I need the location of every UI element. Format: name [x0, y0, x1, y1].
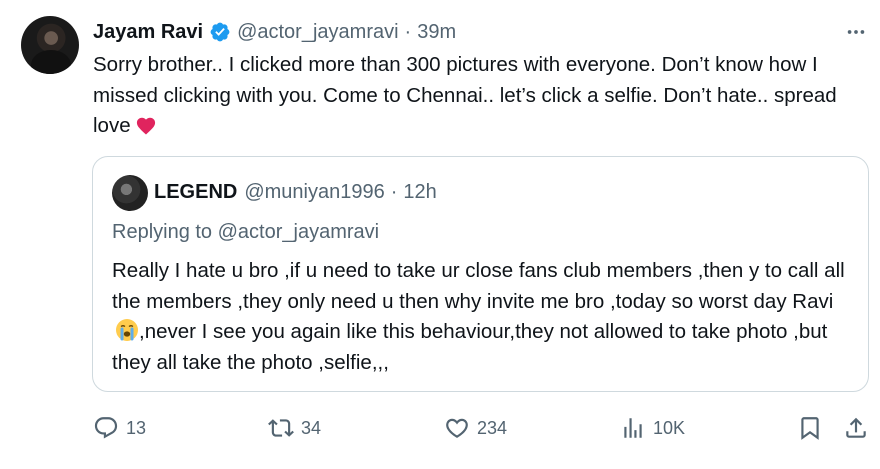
quoted-tweet[interactable]: LEGEND @muniyan1996 · 12h Replying to @a… — [92, 156, 869, 392]
quoted-text-part-2: ,never I see you again like this behavio… — [112, 320, 828, 374]
tweet-time[interactable]: 39m — [417, 21, 456, 44]
share-button[interactable] — [843, 408, 869, 448]
like-button[interactable]: 234 — [444, 408, 507, 448]
more-icon — [847, 30, 865, 34]
like-count: 234 — [477, 417, 508, 438]
quoted-tweet-header: LEGEND @muniyan1996 · 12h — [154, 177, 437, 207]
tweet-body: Sorry brother.. I clicked more than 300 … — [93, 53, 837, 137]
verified-badge-icon — [210, 22, 230, 42]
separator-dot: · — [404, 20, 412, 43]
author-display-name[interactable]: Jayam Ravi — [93, 21, 203, 44]
repost-count: 34 — [301, 417, 322, 438]
views-count: 10K — [653, 417, 686, 438]
quoted-text: Really I hate u bro ,if u need to take u… — [112, 256, 852, 378]
tweet-text: Sorry brother.. I clicked more than 300 … — [93, 50, 868, 142]
quoted-separator-dot: · — [390, 180, 398, 203]
reply-count: 13 — [126, 417, 147, 438]
action-bar: 13 34 234 10K — [0, 408, 880, 448]
quoted-time[interactable]: 12h — [403, 181, 436, 204]
views-button[interactable]: 10K — [620, 408, 685, 448]
views-icon — [624, 418, 642, 438]
loudly-crying-face-emoji-icon — [116, 319, 138, 341]
quoted-handle[interactable]: @muniyan1996 — [244, 181, 384, 204]
bookmark-icon — [801, 417, 819, 440]
tweet-header: Jayam Ravi @actor_jayamravi · 39m — [93, 18, 456, 46]
repost-icon — [268, 419, 294, 437]
replying-to: Replying to @actor_jayamravi — [112, 221, 380, 243]
reply-icon — [94, 417, 118, 439]
like-icon — [446, 418, 468, 438]
reply-button[interactable]: 13 — [93, 408, 146, 448]
share-icon — [846, 417, 866, 438]
red-heart-emoji-icon — [136, 117, 155, 135]
author-avatar[interactable] — [21, 16, 79, 74]
quoted-display-name[interactable]: LEGEND — [154, 181, 237, 204]
repost-button[interactable]: 34 — [268, 408, 321, 448]
more-options-button[interactable] — [842, 20, 870, 44]
quoted-author-avatar[interactable] — [112, 175, 148, 211]
bookmark-button[interactable] — [797, 408, 823, 448]
author-handle[interactable]: @actor_jayamravi — [237, 21, 398, 44]
quoted-text-part-1: Really I hate u bro ,if u need to take u… — [112, 259, 845, 313]
